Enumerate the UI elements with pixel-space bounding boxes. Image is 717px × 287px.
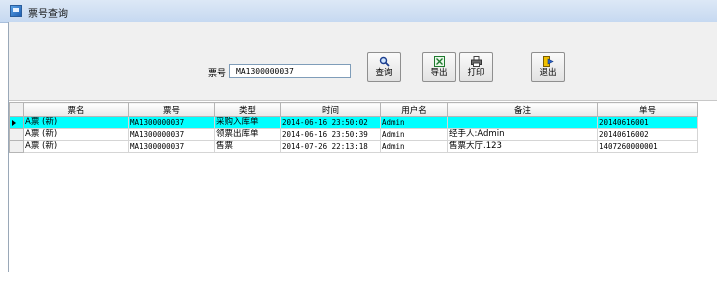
table-cell[interactable]: A票 (新) (23, 140, 129, 153)
column-header[interactable]: 票名 (23, 102, 129, 117)
table-cell[interactable]: MA1300000037 (128, 116, 215, 129)
table-cell[interactable]: 1407260000001 (597, 140, 698, 153)
table-cell[interactable]: MA1300000037 (128, 128, 215, 141)
table-row[interactable]: A票 (新) MA1300000037 领票出库单 2014-06-16 23:… (9, 128, 698, 141)
table-cell[interactable]: 20140616002 (597, 128, 698, 141)
exit-icon (542, 56, 554, 67)
app-icon (10, 5, 22, 17)
ticket-number-input[interactable] (229, 64, 351, 78)
results-grid: 票名 票号 类型 时间 用户名 备注 单号 A票 (新) MA130000003… (9, 102, 698, 153)
column-header[interactable]: 备注 (447, 102, 598, 117)
column-header[interactable]: 票号 (128, 102, 215, 117)
table-cell[interactable]: A票 (新) (23, 116, 129, 129)
column-header[interactable]: 时间 (280, 102, 381, 117)
ticket-number-label: 票号 (208, 69, 227, 79)
table-cell[interactable]: 售票大厅.123 (447, 140, 598, 153)
table-cell[interactable]: 20140616001 (597, 116, 698, 129)
table-header-row: 票名 票号 类型 时间 用户名 备注 单号 (9, 102, 698, 117)
table-cell[interactable]: Admin (380, 140, 448, 153)
row-selector[interactable] (9, 116, 24, 129)
table-cell[interactable]: MA1300000037 (128, 140, 215, 153)
table-cell[interactable]: Admin (380, 116, 448, 129)
title-bar: 票号查询 (0, 0, 717, 23)
export-button[interactable]: 导出 (422, 52, 456, 82)
table-row[interactable]: A票 (新) MA1300000037 售票 2014-07-26 22:13:… (9, 140, 698, 153)
row-selector[interactable] (9, 128, 24, 141)
print-button[interactable]: 打印 (459, 52, 493, 82)
column-header[interactable]: 类型 (214, 102, 281, 117)
print-button-label: 打印 (467, 68, 485, 78)
table-cell[interactable]: 2014-06-16 23:50:39 (280, 128, 381, 141)
results-table: 票名 票号 类型 时间 用户名 备注 单号 A票 (新) MA130000003… (9, 102, 698, 153)
table-cell[interactable]: 领票出库单 (214, 128, 281, 141)
table-cell[interactable] (447, 116, 598, 129)
column-header[interactable]: 单号 (597, 102, 698, 117)
table-cell[interactable]: Admin (380, 128, 448, 141)
table-cell[interactable]: 2014-07-26 22:13:18 (280, 140, 381, 153)
search-panel: 票号 查询 导出 打印 (9, 22, 717, 101)
export-button-label: 导出 (430, 68, 448, 78)
exit-button-label: 退出 (539, 68, 557, 78)
window-title: 票号查询 (28, 9, 68, 20)
exit-button[interactable]: 退出 (531, 52, 565, 82)
query-button[interactable]: 查询 (367, 52, 401, 82)
table-cell[interactable]: 2014-06-16 23:50:02 (280, 116, 381, 129)
current-row-arrow-icon (12, 119, 16, 126)
table-cell[interactable]: 售票 (214, 140, 281, 153)
table-cell[interactable]: 采购入库单 (214, 116, 281, 129)
table-cell[interactable]: A票 (新) (23, 128, 129, 141)
excel-icon (433, 56, 445, 67)
table-cell[interactable]: 经手人:Admin (447, 128, 598, 141)
column-header[interactable]: 用户名 (380, 102, 448, 117)
query-button-label: 查询 (375, 68, 393, 78)
row-selector[interactable] (9, 140, 24, 153)
table-row[interactable]: A票 (新) MA1300000037 采购入库单 2014-06-16 23:… (9, 116, 698, 129)
window-body: 票号 查询 导出 打印 (8, 22, 717, 272)
row-header-corner (9, 102, 24, 117)
printer-icon (470, 56, 482, 67)
search-icon (379, 56, 390, 67)
